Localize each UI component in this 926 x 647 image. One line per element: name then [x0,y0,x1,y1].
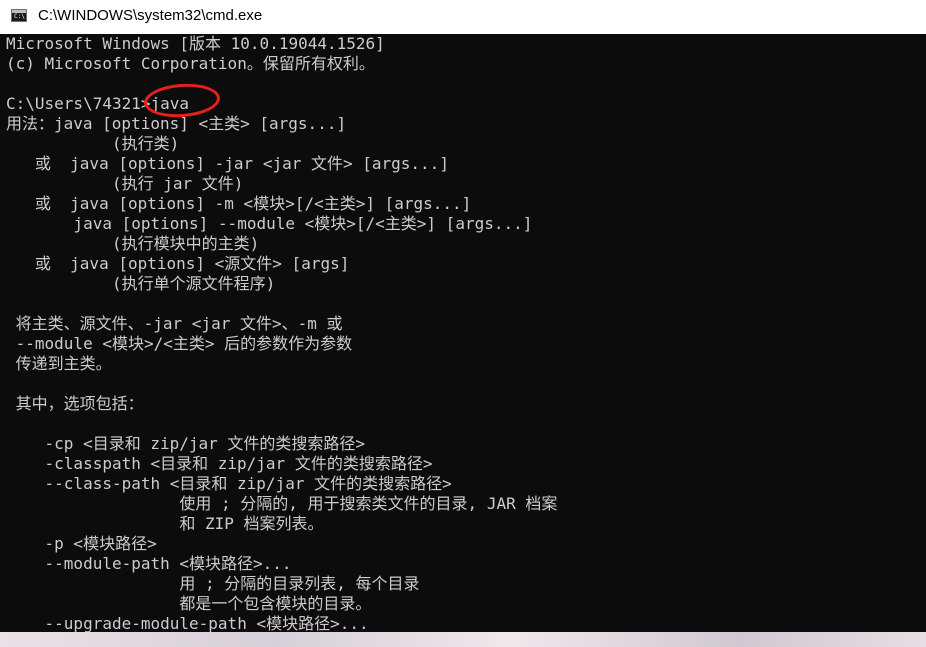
console-line: --module-path <模块路径>... [6,554,292,573]
console-line: 将主类、源文件、-jar <jar 文件>、-m 或 [6,314,343,333]
console-line: 或 java [options] -jar <jar 文件> [args...] [6,154,449,173]
console-line: 用法：java [options] <主类> [args...] [6,114,347,133]
console-line: -classpath <目录和 zip/jar 文件的类搜索路径> [6,454,433,473]
console-line: Microsoft Windows [版本 10.0.19044.1526] [6,34,385,53]
console-line: --upgrade-module-path <模块路径>... [6,614,369,633]
desktop-background [0,632,926,647]
console-line: 和 ZIP 档案列表。 [6,514,324,533]
cmd-icon-text: C:\ [14,13,25,20]
console-line: -cp <目录和 zip/jar 文件的类搜索路径> [6,434,366,453]
console-line: --module <模块>/<主类> 后的参数作为参数 [6,334,353,353]
console-line: (执行单个源文件程序) [6,274,276,293]
console-line: --class-path <目录和 zip/jar 文件的类搜索路径> [6,474,452,493]
console-line: 其中，选项包括： [6,394,144,413]
cmd-icon[interactable]: C:\ [11,9,27,22]
console-line: 或 java [options] <源文件> [args] [6,254,350,273]
title-bar[interactable]: C:\ C:\WINDOWS\system32\cmd.exe [0,0,926,34]
console-line: (c) Microsoft Corporation。保留所有权利。 [6,54,375,73]
console-lines: Microsoft Windows [版本 10.0.19044.1526] (c… [6,34,557,634]
console-line: (执行 jar 文件) [6,174,244,193]
cmd-window: C:\ C:\WINDOWS\system32\cmd.exe Microsof… [0,0,926,647]
console-line: -p <模块路径> [6,534,157,553]
console-output[interactable]: Microsoft Windows [版本 10.0.19044.1526] (c… [0,34,926,647]
console-line: (执行模块中的主类) [6,234,260,253]
console-line: java [options] --module <模块>[/<主类>] [arg… [6,214,533,233]
console-line: 或 java [options] -m <模块>[/<主类>] [args...… [6,194,472,213]
console-line: 使用 ; 分隔的, 用于搜索类文件的目录, JAR 档案 [6,494,558,513]
console-line: 都是一个包含模块的目录。 [6,594,372,613]
console-line: C:\Users\74321>java [6,94,190,113]
console-line: 用 ; 分隔的目录列表, 每个目录 [6,574,420,593]
console-line: (执行类) [6,134,180,153]
console-line: 传递到主类。 [6,354,112,373]
window-title: C:\WINDOWS\system32\cmd.exe [38,7,263,24]
